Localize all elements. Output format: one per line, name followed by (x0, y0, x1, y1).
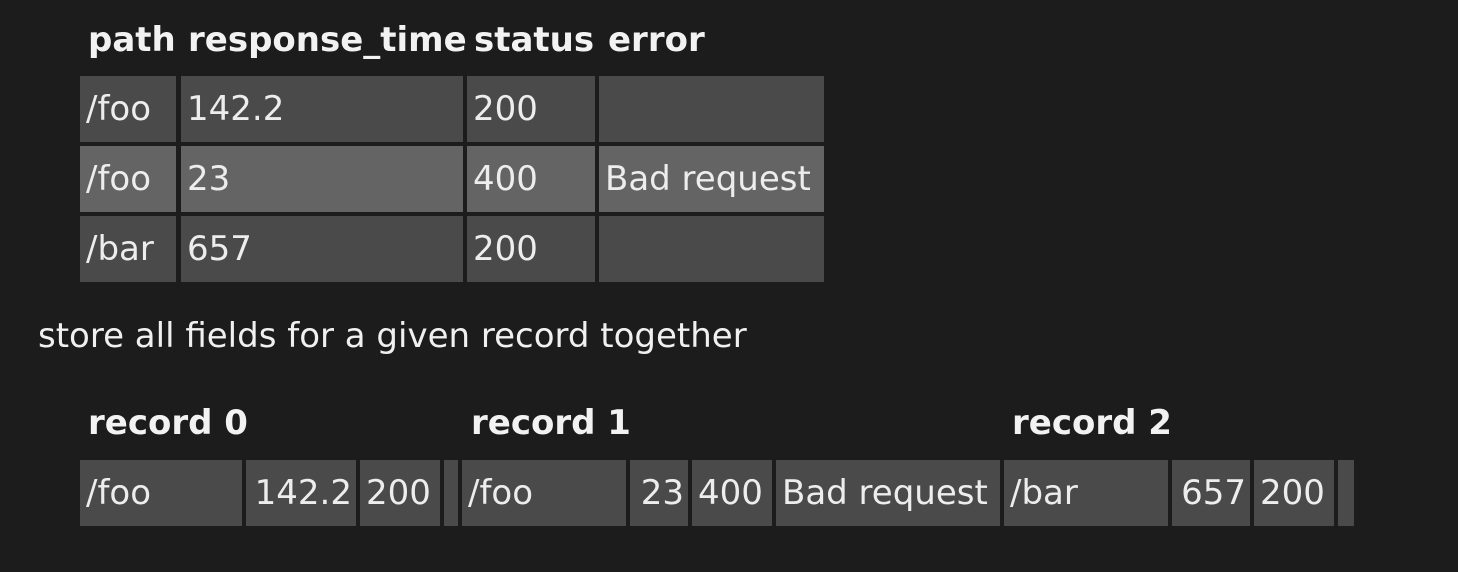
col-header-path: path (88, 20, 176, 60)
record-1-response-time: 23 (630, 460, 688, 526)
caption-text: store all fields for a given record toge… (38, 316, 747, 356)
record-0-label: record 0 (88, 403, 248, 443)
record-1-path: /foo (462, 460, 626, 526)
table-cell-r0-path: /foo (80, 76, 176, 142)
col-header-error: error (608, 20, 705, 60)
slide: path response_time status error /foo 142… (0, 0, 1458, 572)
table-cell-r1-error: Bad request (599, 146, 824, 212)
table-cell-r1-path: /foo (80, 146, 176, 212)
table-cell-r2-status: 200 (467, 216, 595, 282)
table-cell-r1-status: 400 (467, 146, 595, 212)
col-header-response-time: response_time (188, 20, 467, 60)
record-0-status: 200 (360, 460, 440, 526)
table-cell-r2-response-time: 657 (181, 216, 463, 282)
record-1-label: record 1 (471, 403, 631, 443)
record-0-error (444, 460, 458, 526)
record-0-path: /foo (80, 460, 242, 526)
table-cell-r2-path: /bar (80, 216, 176, 282)
record-2-error (1338, 460, 1354, 526)
col-header-status: status (474, 20, 595, 60)
record-2-path: /bar (1004, 460, 1168, 526)
table-cell-r2-error (599, 216, 824, 282)
table-cell-r0-response-time: 142.2 (181, 76, 463, 142)
record-2-label: record 2 (1012, 403, 1172, 443)
record-1-error: Bad request (776, 460, 1000, 526)
record-1-status: 400 (692, 460, 772, 526)
record-2-response-time: 657 (1172, 460, 1250, 526)
table-cell-r0-status: 200 (467, 76, 595, 142)
record-2-status: 200 (1254, 460, 1334, 526)
table-cell-r0-error (599, 76, 824, 142)
record-0-response-time: 142.2 (246, 460, 356, 526)
table-cell-r1-response-time: 23 (181, 146, 463, 212)
